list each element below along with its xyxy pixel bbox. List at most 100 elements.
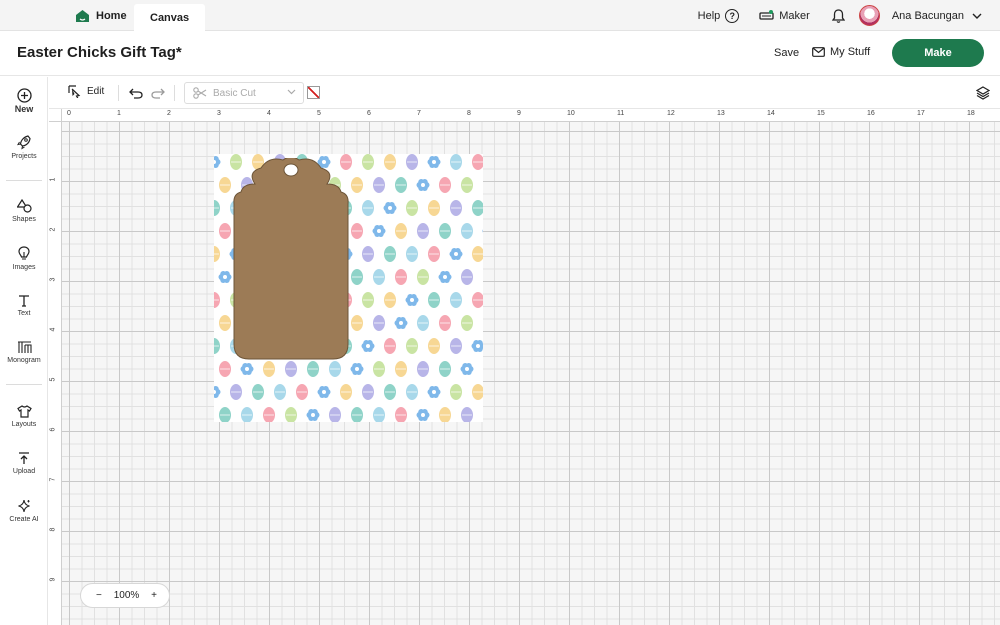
ruler-tick-label: 2 <box>49 227 57 232</box>
help-label: Help <box>697 9 721 22</box>
user-menu[interactable]: Ana Bacungan <box>858 5 982 26</box>
sidebar-divider <box>6 384 42 385</box>
operation-select[interactable]: Basic Cut <box>184 82 304 104</box>
design-canvas[interactable] <box>62 122 1000 625</box>
ruler-tick-label: 15 <box>817 110 825 117</box>
layers-button[interactable] <box>975 86 991 105</box>
flower-motif <box>383 201 397 215</box>
machine-button[interactable]: Maker <box>759 9 810 22</box>
bell-icon <box>831 8 845 23</box>
sidebar-item-label: New <box>14 104 34 114</box>
sidebar-item-new[interactable]: New <box>0 88 48 114</box>
ruler-tick-label: 0 <box>67 110 71 117</box>
make-button[interactable]: Make <box>892 39 984 67</box>
zoom-out-button[interactable]: − <box>96 590 102 601</box>
flower-motif <box>214 155 221 169</box>
ruler-top: 0 1 2 3 4 5 6 7 8 9 10 11 12 13 14 15 16 17 18 <box>62 109 1000 122</box>
ruler-tick-label: 9 <box>49 577 57 582</box>
flower-motif <box>482 229 483 233</box>
save-button[interactable]: Save <box>774 47 799 59</box>
ruler-tick-label: 2 <box>167 110 171 117</box>
shapes-icon <box>16 199 32 213</box>
gift-tag-shape[interactable] <box>231 158 351 362</box>
tab-home-label: Home <box>96 9 127 22</box>
flower-motif <box>471 339 483 353</box>
ruler-tick-label: 3 <box>49 277 57 282</box>
ruler-tick-label: 1 <box>117 110 121 117</box>
gift-tag-fill <box>233 158 349 360</box>
toolbar-divider <box>118 85 119 101</box>
flower-motif <box>405 293 419 307</box>
text-t-icon <box>19 295 29 307</box>
tab-home[interactable]: Home <box>62 0 141 31</box>
zoom-in-button[interactable]: + <box>151 590 157 601</box>
flower-motif <box>218 270 232 284</box>
my-stuff-label: My Stuff <box>830 46 871 58</box>
zoom-control: − 100% + <box>80 583 170 608</box>
flower-motif <box>438 270 452 284</box>
redo-button[interactable] <box>151 86 165 104</box>
page-title: Easter Chicks Gift Tag* <box>17 44 182 61</box>
sparkle-icon <box>18 499 30 513</box>
sidebar-item-label: Text <box>17 310 31 317</box>
sidebar-item-label: Projects <box>11 153 37 160</box>
scissors-icon <box>193 87 207 99</box>
flower-motif <box>416 178 430 192</box>
operation-value: Basic Cut <box>213 87 256 99</box>
ruler-tick-label: 18 <box>967 110 975 117</box>
ruler-tick-label: 17 <box>917 110 925 117</box>
redo-icon <box>151 88 165 99</box>
top-nav: Home Canvas Help ? Maker Ana Bacungan <box>0 0 1000 31</box>
notifications-button[interactable] <box>831 8 845 23</box>
home-icon <box>76 9 89 22</box>
ruler-tick-label: 7 <box>49 477 57 482</box>
sidebar-item-text[interactable]: Text <box>0 294 48 317</box>
ruler-tick-label: 10 <box>567 110 575 117</box>
edit-button[interactable]: Edit <box>68 85 104 98</box>
edit-cursor-icon <box>68 85 81 98</box>
ruler-tick-label: 14 <box>767 110 775 117</box>
my-stuff-button[interactable]: My Stuff <box>812 46 870 58</box>
flower-motif <box>361 339 375 353</box>
ruler-tick-label: 16 <box>867 110 875 117</box>
ruler-left: 1 2 3 4 5 6 7 8 9 <box>49 122 62 625</box>
sidebar-item-upload[interactable]: Upload <box>0 452 48 475</box>
edit-toolbar: Edit Basic Cut <box>49 77 1000 109</box>
lightbulb-icon <box>18 246 30 260</box>
sidebar-item-label: Layouts <box>11 421 37 428</box>
user-name: Ana Bacungan <box>891 9 964 22</box>
chevron-down-icon <box>287 89 296 95</box>
flower-motif <box>372 224 386 238</box>
ruler-tick-label: 9 <box>517 110 521 117</box>
sidebar-item-images[interactable]: Images <box>0 246 48 271</box>
tab-canvas-label: Canvas <box>150 11 190 24</box>
monogram-icon <box>17 341 32 353</box>
layers-icon <box>975 86 991 100</box>
ruler-tick-label: 12 <box>667 110 675 117</box>
flower-motif <box>306 408 320 422</box>
question-icon: ? <box>725 8 740 23</box>
sidebar-item-layouts[interactable]: Layouts <box>0 405 48 428</box>
sidebar-item-label: Monogram <box>7 357 41 364</box>
tab-canvas[interactable]: Canvas <box>134 4 206 31</box>
ruler-tick-label: 11 <box>617 110 625 117</box>
flower-motif <box>350 362 364 376</box>
ruler-tick-label: 4 <box>49 327 57 332</box>
machine-label: Maker <box>779 9 810 22</box>
rocket-icon <box>17 135 31 150</box>
sidebar-item-monogram[interactable]: Monogram <box>0 341 48 364</box>
flower-motif <box>240 362 254 376</box>
sidebar-item-shapes[interactable]: Shapes <box>0 199 48 223</box>
flower-motif <box>427 155 441 169</box>
help-button[interactable]: Help ? <box>697 8 740 23</box>
undo-button[interactable] <box>129 86 143 104</box>
sidebar-item-create-ai[interactable]: Create AI <box>0 499 48 523</box>
flower-motif <box>449 247 463 261</box>
color-swatch[interactable] <box>307 86 320 99</box>
flower-motif <box>394 316 408 330</box>
ruler-tick-label: 3 <box>217 110 221 117</box>
sidebar-item-projects[interactable]: Projects <box>0 135 48 160</box>
zoom-value: 100% <box>113 590 140 601</box>
ruler-corner <box>49 109 62 122</box>
undo-icon <box>129 88 143 99</box>
